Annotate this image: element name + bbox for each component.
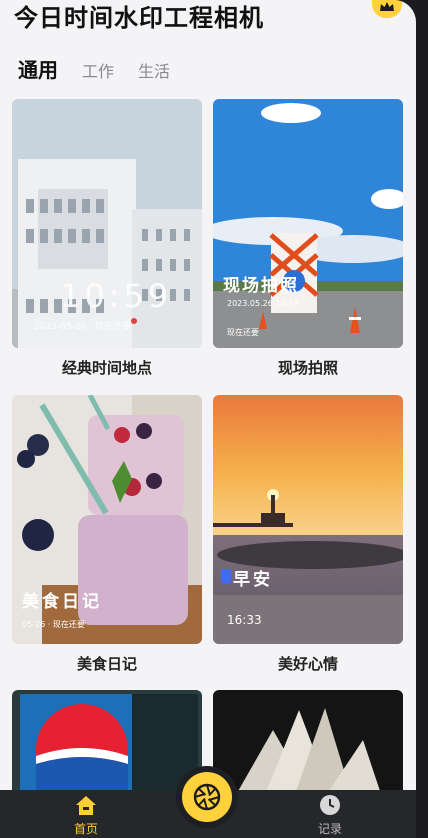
nav-home-label: 首页 [73,822,98,836]
pepsi-can-photo [12,690,202,800]
template-thumbnail[interactable]: 现场拍照 2023.05.26 10:59 现在还要 [213,99,403,348]
app-title: 今日时间水印工程相机 [14,4,264,32]
clock-icon [320,795,340,815]
overlay-datetime: 2023.05.26 10:59 [227,299,299,308]
template-name: 经典时间地点 [61,359,152,377]
template-card-site[interactable]: 现场拍照 2023.05.26 10:59 现在还要 现场拍照 [213,99,403,389]
nav-home[interactable]: 首页 [56,794,116,837]
home-icon [76,796,96,815]
tab-life[interactable]: 生活 [138,58,170,82]
camera-shutter-button[interactable] [182,772,232,822]
overlay-subtitle: 05-26 · 现在还要 [22,620,85,629]
template-card-pepsi[interactable] [12,690,202,800]
template-thumbnail[interactable]: 10:59 2023-05-26 · 现在还要 [12,99,202,348]
aperture-icon [193,783,221,811]
tab-general[interactable]: 通用 [18,54,58,83]
overlay-time: 16:33 [227,613,262,627]
nav-record[interactable]: 记录 [300,794,360,837]
construction-site-photo [213,99,403,348]
overlay-title: 早安 [233,570,273,590]
sunset-photo [213,395,403,644]
template-thumbnail[interactable]: 美食日记 05-26 · 现在还要 [12,395,202,644]
template-card-mood[interactable]: 早安 16:33 美好心情 [213,395,403,685]
template-name: 现场拍照 [277,359,338,377]
overlay-location: 现在还要 [227,328,259,337]
open-book-photo [213,690,403,800]
category-tabs: 通用 工作 生活 [18,54,170,83]
template-thumbnail[interactable]: 早安 16:33 [213,395,403,644]
template-name: 美食日记 [76,655,137,673]
overlay-title: 美食日记 [22,592,102,612]
template-card-book[interactable] [213,690,403,800]
template-card-classic[interactable]: 10:59 2023-05-26 · 现在还要 经典时间地点 [12,99,202,389]
template-name: 美好心情 [277,655,338,673]
overlay-title: 现场拍照 [223,276,299,296]
vip-crown-button[interactable] [372,0,402,18]
overlay-date: 2023-05-26 · 现在还要 [34,322,131,332]
home-screen: 今日时间水印工程相机 通用 工作 生活 10:59 2023-05-26 · 现… [0,0,416,838]
nav-record-label: 记录 [317,822,342,836]
tab-work[interactable]: 工作 [82,58,114,82]
overlay-time: 10:59 [60,277,173,315]
crown-icon [380,2,394,11]
template-thumbnail[interactable] [12,690,202,800]
template-card-food[interactable]: 美食日记 05-26 · 现在还要 美食日记 [12,395,202,685]
overlay-accent-bar [221,569,231,583]
template-thumbnail[interactable] [213,690,403,800]
